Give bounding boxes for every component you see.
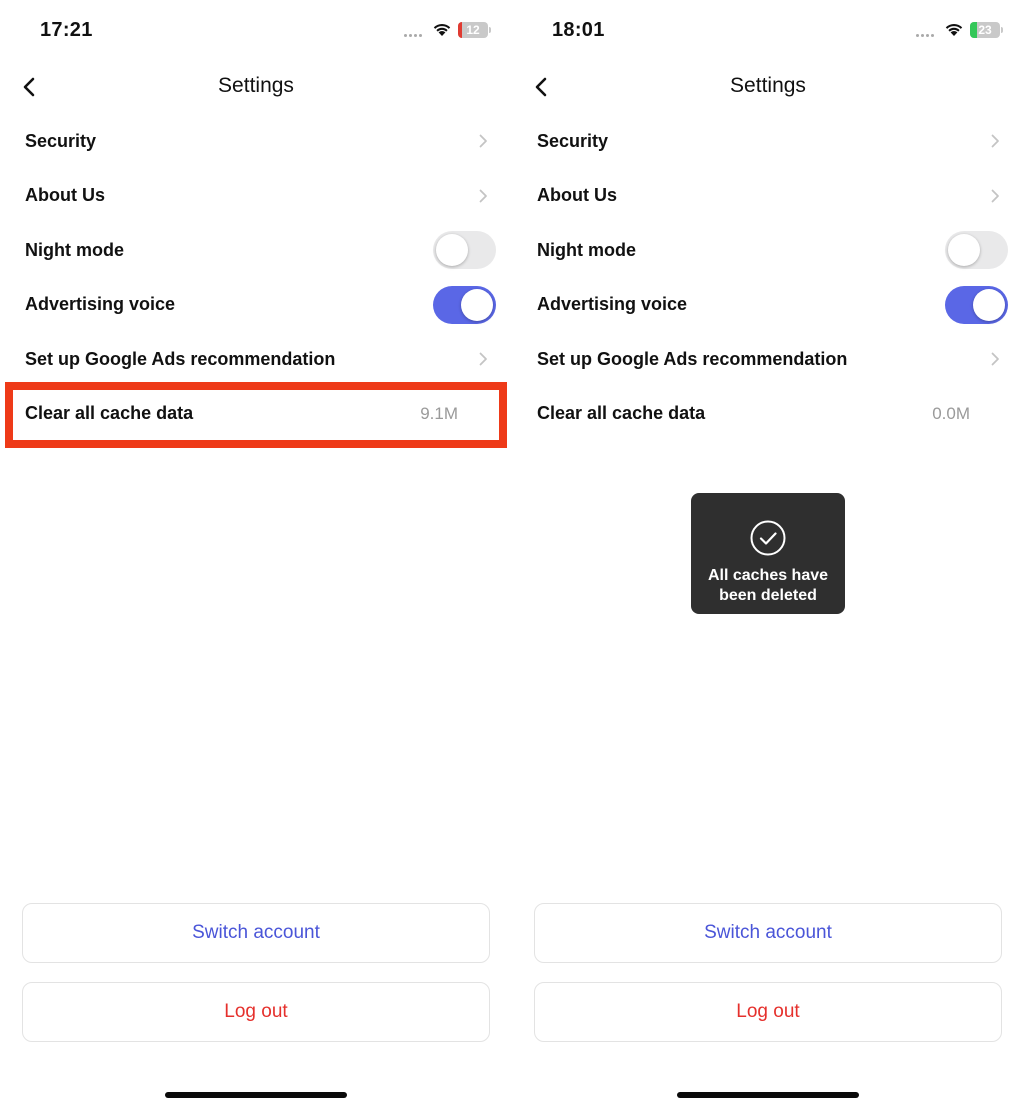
advertising-voice-toggle[interactable]: [433, 285, 496, 324]
row-label: Clear all cache data: [537, 403, 706, 424]
night-mode-toggle[interactable]: [945, 231, 1008, 270]
row-label: Security: [25, 130, 97, 151]
row-label: Advertising voice: [25, 294, 176, 315]
row-label: About Us: [537, 185, 617, 206]
status-bar: 18:01 23: [512, 0, 1024, 62]
signal-icon: [916, 34, 938, 38]
cache-size-value: 9.1M: [420, 403, 458, 423]
settings-row-night-mode: Night mode: [512, 223, 1024, 278]
chevron-right-icon: [479, 189, 487, 203]
chevron-right-icon: [991, 134, 999, 148]
switch-account-button[interactable]: Switch account: [534, 903, 1002, 963]
home-indicator[interactable]: [165, 1092, 347, 1098]
cache-size-value: 0.0M: [932, 403, 970, 423]
signal-icon: [404, 34, 426, 38]
chevron-right-icon: [991, 189, 999, 203]
switch-account-button[interactable]: Switch account: [22, 903, 490, 963]
page-title: Settings: [730, 74, 806, 97]
settings-row-security[interactable]: Security: [0, 114, 512, 169]
settings-row-advertising-voice: Advertising voice: [0, 278, 512, 333]
settings-row-advertising-voice: Advertising voice: [512, 278, 1024, 333]
row-label: Set up Google Ads recommendation: [25, 348, 336, 369]
settings-row-clear-cache[interactable]: Clear all cache data 9.1M: [0, 387, 512, 442]
status-time: 17:21: [40, 19, 93, 41]
chevron-right-icon: [991, 352, 999, 366]
toast-message: All caches have been deleted: [707, 567, 829, 604]
row-label: Night mode: [25, 239, 124, 260]
status-bar: 17:21 12: [0, 0, 512, 62]
cache-cleared-toast: All caches have been deleted: [691, 493, 845, 614]
row-label: Clear all cache data: [25, 403, 194, 424]
checkmark-circle-icon: [750, 520, 786, 556]
advertising-voice-toggle[interactable]: [945, 285, 1008, 324]
home-indicator[interactable]: [677, 1092, 859, 1098]
battery-percent: 12: [466, 23, 480, 37]
settings-row-night-mode: Night mode: [0, 223, 512, 278]
chevron-right-icon: [479, 352, 487, 366]
row-label: Advertising voice: [537, 294, 688, 315]
settings-row-google-ads[interactable]: Set up Google Ads recommendation: [512, 332, 1024, 387]
wifi-icon: [945, 24, 963, 36]
settings-row-about-us[interactable]: About Us: [512, 169, 1024, 224]
settings-row-clear-cache[interactable]: Clear all cache data 0.0M: [512, 387, 1024, 442]
page-title: Settings: [218, 74, 294, 97]
row-label: About Us: [25, 185, 105, 206]
settings-list: Security About Us Night mode Advertising…: [512, 114, 1024, 441]
battery-percent: 23: [978, 23, 992, 37]
log-out-button[interactable]: Log out: [534, 982, 1002, 1042]
log-out-button[interactable]: Log out: [22, 982, 490, 1042]
settings-row-google-ads[interactable]: Set up Google Ads recommendation: [0, 332, 512, 387]
battery-indicator: 23: [970, 22, 1000, 38]
settings-list: Security About Us Night mode Advertising…: [0, 114, 512, 441]
row-label: Security: [537, 130, 609, 151]
navigation-bar: Settings: [0, 62, 512, 112]
row-label: Set up Google Ads recommendation: [537, 348, 848, 369]
settings-screen-before: 17:21 12 Settings Security About Us Nigh…: [0, 0, 512, 1108]
night-mode-toggle[interactable]: [433, 231, 496, 270]
status-time: 18:01: [552, 19, 605, 41]
settings-row-security[interactable]: Security: [512, 114, 1024, 169]
chevron-right-icon: [479, 134, 487, 148]
battery-indicator: 12: [458, 22, 488, 38]
settings-screen-after: 18:01 23 Settings Security About Us Nigh…: [512, 0, 1024, 1108]
wifi-icon: [433, 24, 451, 36]
navigation-bar: Settings: [512, 62, 1024, 112]
row-label: Night mode: [537, 239, 636, 260]
settings-row-about-us[interactable]: About Us: [0, 169, 512, 224]
